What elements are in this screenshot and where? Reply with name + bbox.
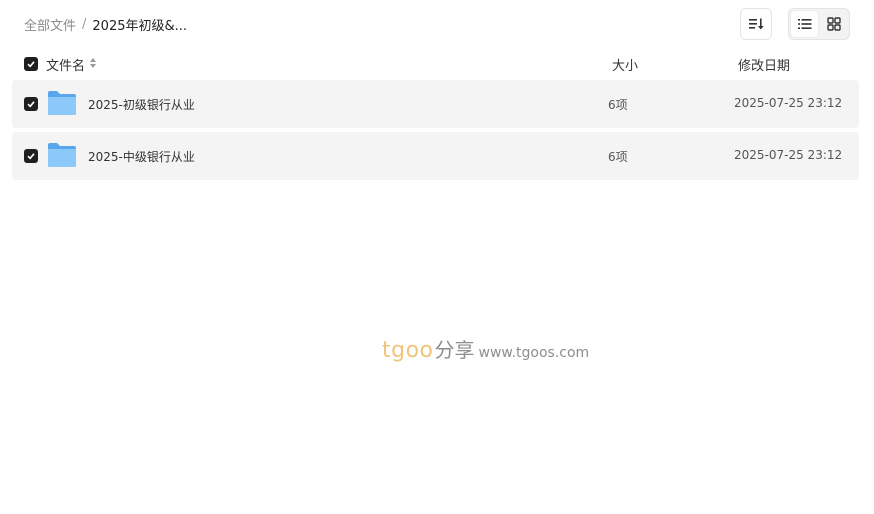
check-icon xyxy=(27,101,35,108)
select-all-checkbox[interactable] xyxy=(24,57,38,71)
file-name[interactable]: 2025-中级银行从业 xyxy=(88,148,195,165)
table-row[interactable]: 2025-中级银行从业 6项 2025-07-25 23:12 xyxy=(12,132,859,180)
row-checkbox[interactable] xyxy=(24,97,38,111)
sort-list-icon xyxy=(749,18,764,30)
sort-button[interactable] xyxy=(740,8,772,40)
table-row[interactable]: 2025-初级银行从业 6项 2025-07-25 23:12 xyxy=(12,80,859,128)
column-header-size[interactable]: 大小 xyxy=(612,55,638,74)
list-view-button[interactable] xyxy=(791,11,818,37)
grid-view-icon xyxy=(826,17,841,31)
column-header-name[interactable]: 文件名 xyxy=(46,55,97,74)
row-checkbox[interactable] xyxy=(24,149,38,163)
list-view-icon xyxy=(797,19,811,29)
file-date: 2025-07-25 23:12 xyxy=(734,148,843,162)
table-header: 文件名 大小 修改日期 xyxy=(12,50,859,78)
watermark-brand-cn: 分享 xyxy=(434,338,475,362)
file-size: 6项 xyxy=(608,150,628,164)
watermark-url: www.tgoos.com xyxy=(478,345,590,361)
file-date: 2025-07-25 23:12 xyxy=(734,96,843,110)
check-icon xyxy=(27,61,35,68)
column-header-date[interactable]: 修改日期 xyxy=(738,55,790,74)
watermark: tgoo 分享 www.tgoos.com xyxy=(382,334,589,364)
breadcrumb-root-link[interactable]: 全部文件 xyxy=(24,15,76,34)
file-name[interactable]: 2025-初级银行从业 xyxy=(88,96,195,113)
file-size: 6项 xyxy=(608,98,628,112)
check-icon xyxy=(27,153,35,160)
view-toggle-group xyxy=(788,8,850,40)
column-header-name-label: 文件名 xyxy=(46,59,86,74)
folder-icon xyxy=(48,143,76,167)
breadcrumb: 全部文件 / 2025年初级&... xyxy=(24,14,187,34)
folder-icon xyxy=(48,91,76,115)
watermark-brand: tgoo xyxy=(382,338,434,363)
breadcrumb-separator: / xyxy=(82,16,87,32)
grid-view-button[interactable] xyxy=(820,11,847,37)
breadcrumb-current: 2025年初级&... xyxy=(92,18,188,34)
sort-updown-icon[interactable] xyxy=(89,57,97,73)
